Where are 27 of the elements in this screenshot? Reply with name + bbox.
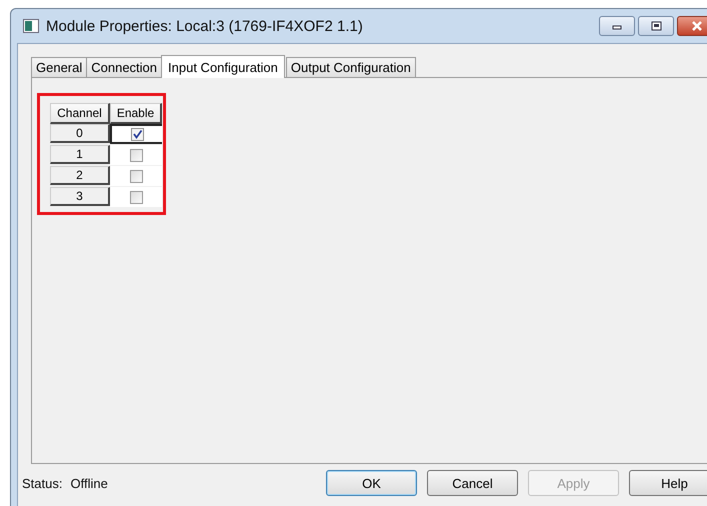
column-header: Enable (110, 103, 162, 124)
status-label: Status: (22, 476, 62, 490)
maximize-button[interactable] (638, 16, 674, 36)
tab[interactable]: Output Configuration (286, 57, 416, 77)
close-button[interactable] (677, 16, 707, 36)
tab[interactable]: General (31, 57, 88, 77)
checkbox[interactable] (130, 148, 142, 162)
maximize-icon (650, 21, 662, 31)
dialog-button[interactable]: Cancel (427, 470, 518, 496)
row-header: 3 (50, 187, 110, 206)
tab[interactable]: Connection (86, 57, 162, 77)
checkbox[interactable] (130, 190, 142, 204)
row-header: 0 (50, 124, 110, 143)
row-header: 1 (50, 145, 110, 164)
dialog-button[interactable]: Help (629, 470, 707, 496)
minimize-button[interactable] (599, 16, 635, 36)
tab[interactable]: Input Configuration (161, 55, 285, 78)
row-header: 2 (50, 166, 110, 185)
checkbox[interactable] (130, 128, 144, 140)
dialog-button[interactable]: OK (326, 470, 417, 496)
window-icon (23, 19, 39, 33)
window-title: Module Properties: Local:3 (1769-IF4XOF2 1.1) (46, 18, 363, 34)
checkbox[interactable] (130, 170, 142, 182)
table-cell[interactable] (110, 124, 162, 144)
status-value: Offline (70, 476, 108, 490)
close-icon (690, 21, 704, 31)
column-header: Channel (50, 103, 110, 124)
